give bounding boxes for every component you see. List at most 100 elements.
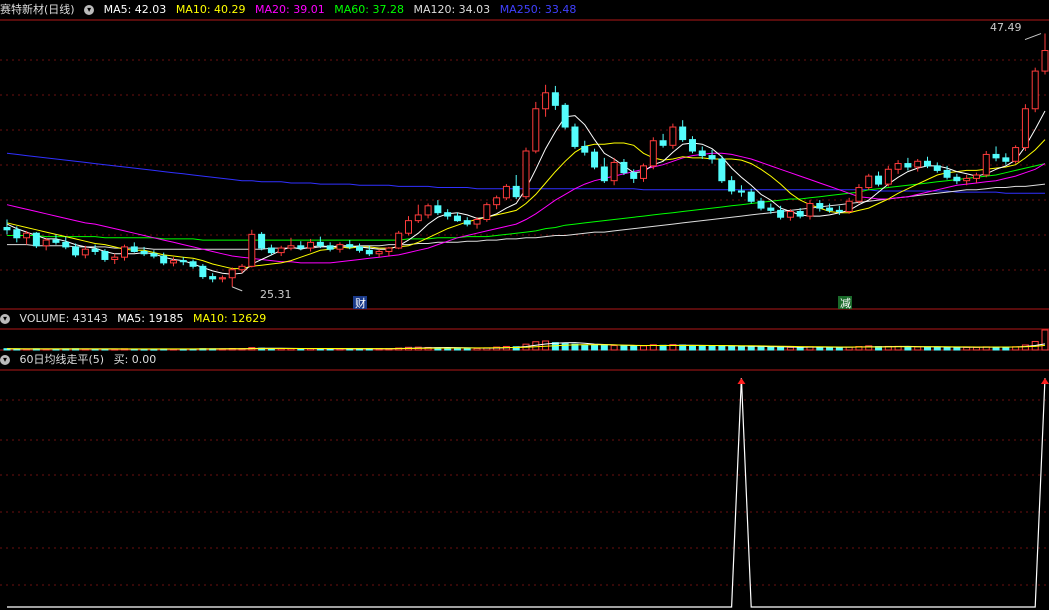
candle-body (218, 277, 226, 280)
volume-bar (963, 346, 971, 351)
candle-body (81, 248, 89, 256)
candle-body (679, 126, 687, 141)
candle-body (463, 220, 471, 225)
volume-bar (1041, 329, 1049, 351)
candle-body (1012, 147, 1020, 162)
candle-body (307, 241, 315, 249)
candle-body (62, 241, 70, 248)
volume-bar (640, 345, 648, 351)
candle-body (747, 191, 755, 202)
candle-body (453, 215, 461, 222)
candle-body (581, 145, 589, 153)
candle-body (424, 205, 432, 216)
candle-body (620, 161, 628, 174)
volume-bar (953, 346, 961, 351)
grid-lines (0, 19, 1049, 586)
candle-body (356, 246, 364, 251)
candle-body (845, 200, 853, 213)
candle-body (365, 249, 373, 255)
candle-body (434, 205, 442, 214)
volume-bar (581, 344, 589, 351)
volume-bar (767, 346, 775, 351)
candle-body (169, 260, 177, 264)
indicator-lines (7, 377, 1049, 608)
candle-body (130, 246, 138, 252)
candle-body (473, 219, 481, 225)
candle-body (91, 248, 99, 252)
buy-arrow-icon (1041, 378, 1049, 384)
candle-body (209, 276, 217, 280)
low-price-label: 25.31 (260, 288, 292, 301)
candle-body (630, 172, 638, 179)
candle-body (101, 250, 109, 260)
candle-body (1041, 50, 1049, 72)
candle-body (267, 247, 275, 254)
volume-bar (542, 340, 550, 351)
high-price-label: 47.49 (990, 21, 1022, 34)
finance-marker[interactable]: 财 (355, 296, 366, 310)
candle-body (757, 200, 765, 209)
candle-body (248, 233, 256, 267)
candle-body (512, 185, 520, 198)
volume-bar (747, 346, 755, 351)
candle-body (502, 185, 510, 199)
candle-body (610, 161, 618, 182)
candle-body (189, 261, 197, 267)
candle-body (414, 214, 422, 222)
candle-body (561, 104, 569, 128)
candle-body (571, 126, 579, 147)
candle-body (992, 153, 1000, 159)
candle-body (42, 239, 50, 247)
candle-body (875, 175, 883, 185)
volume-bar (591, 344, 599, 351)
volume-bar (914, 346, 922, 351)
stock-chart-canvas[interactable]: 47.49 25.31 财 减 (0, 0, 1049, 610)
candle-body (316, 241, 324, 247)
volume-bar (796, 346, 804, 351)
volume-bar (610, 345, 618, 351)
candle-body (786, 211, 794, 218)
candle-body (297, 245, 305, 249)
volume-bar (737, 345, 745, 351)
volume-bar (561, 343, 569, 351)
volume-bar (688, 345, 696, 351)
candle-body (258, 233, 266, 249)
candle-body (199, 265, 207, 278)
reduce-marker[interactable]: 减 (840, 297, 851, 310)
candle-body (914, 160, 922, 168)
candle-body (551, 92, 559, 106)
candle-body (3, 227, 11, 231)
candle-body (708, 155, 716, 160)
candle-body (816, 203, 824, 209)
candle-body (972, 174, 980, 179)
candle-body (385, 247, 393, 252)
candle-body (150, 253, 158, 257)
candle-body (933, 165, 941, 171)
candle-body (483, 204, 491, 221)
volume-bar (630, 345, 638, 351)
candle-body (767, 207, 775, 211)
candle-body (894, 163, 902, 170)
candle-body (395, 232, 403, 249)
high-marker (1024, 33, 1042, 40)
candle-body (1021, 108, 1029, 149)
candle-body (904, 163, 912, 168)
candle-body (326, 245, 334, 250)
volume-bar (777, 346, 785, 351)
candle-body (32, 232, 40, 247)
candle-body (923, 160, 931, 167)
volume-bar (698, 345, 706, 351)
candle-body (688, 139, 696, 152)
candle-body (953, 176, 961, 182)
volume-bar (786, 346, 794, 351)
candle-body (649, 140, 657, 167)
volume-bar (826, 346, 834, 351)
candle-body (796, 211, 804, 217)
candle-body (23, 232, 31, 239)
candle-body (718, 158, 726, 182)
signal-line (7, 377, 1046, 608)
volume-bar (728, 345, 736, 351)
candle-body (855, 187, 863, 202)
candle-body (52, 239, 60, 243)
candle-body (963, 177, 971, 182)
